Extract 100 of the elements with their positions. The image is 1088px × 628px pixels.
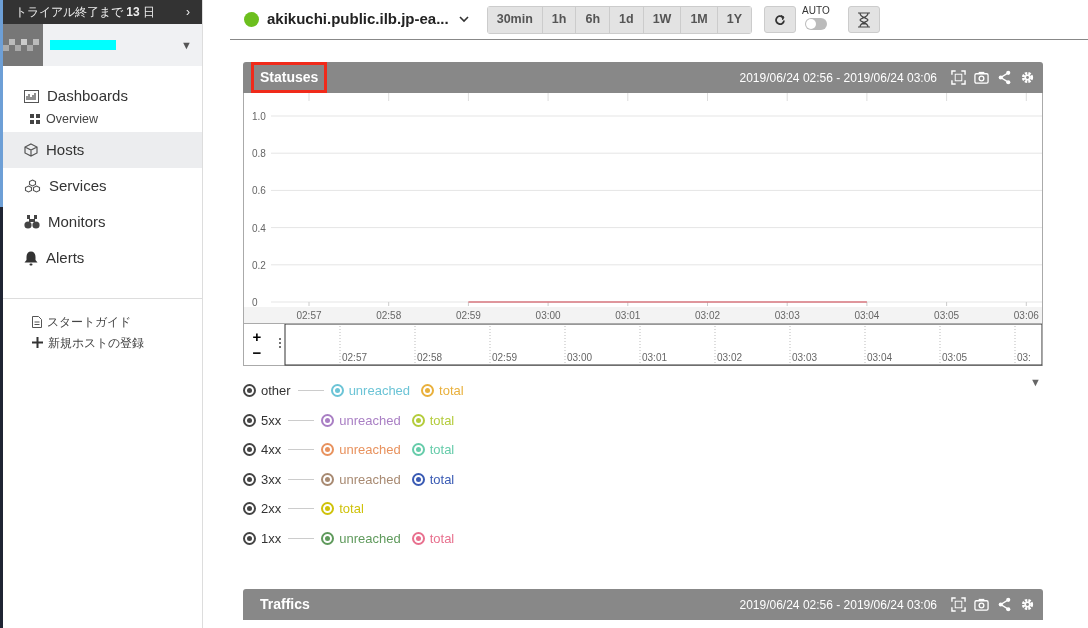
legend-label: total: [429, 529, 455, 548]
panel-title: Statuses: [251, 62, 328, 93]
legend-radio[interactable]: [243, 413, 256, 427]
axis-label: 03:00: [535, 310, 561, 321]
grid-icon: [30, 114, 40, 124]
legend-group-label: 5xx: [261, 411, 282, 430]
axis-label: 0.6: [252, 185, 266, 197]
navigator-label: 03:05: [942, 352, 968, 363]
navigator-label: 03:02: [717, 352, 743, 363]
share-icon[interactable]: [997, 597, 1012, 612]
legend-radio[interactable]: [411, 413, 425, 427]
redaction-bar: [50, 40, 116, 50]
legend-label: total: [429, 411, 455, 430]
navigator-label: 02:59: [492, 352, 518, 363]
legend-group-label: other: [261, 382, 291, 400]
legend-label: unreached: [339, 529, 401, 548]
axis-label: 03:03: [774, 310, 800, 321]
refresh-button[interactable]: [764, 6, 797, 33]
legend-radio[interactable]: [421, 384, 435, 398]
zoom-out-button[interactable]: −: [252, 344, 262, 361]
axis-label: 0: [252, 297, 258, 308]
legend-radio[interactable]: [243, 384, 256, 398]
time-range: 2019/06/24 02:56 - 2019/06/24 03:06: [739, 596, 937, 614]
camera-icon[interactable]: [974, 597, 989, 612]
legend-radio[interactable]: [243, 502, 256, 516]
settings-icon[interactable]: [1020, 70, 1035, 85]
cube-icon: [24, 143, 38, 157]
navigator-label: 03:: [1017, 352, 1031, 363]
axis-label: 0.4: [252, 222, 266, 234]
navigator-label: 02:57: [342, 352, 368, 363]
legend-radio[interactable]: [330, 384, 344, 398]
drag-handle-icon[interactable]: [279, 338, 281, 348]
panel-title: Traffics: [259, 595, 311, 614]
legend-group-label: 1xx: [261, 529, 282, 548]
legend-radio[interactable]: [321, 413, 335, 427]
axis-label: 1.0: [252, 111, 266, 122]
legend-group-label: 3xx: [261, 470, 282, 489]
navigator-label: 03:03: [792, 352, 818, 363]
legend-radio[interactable]: [243, 443, 256, 457]
legend-group-label: 4xx: [261, 441, 282, 459]
axis-label: 03:05: [934, 310, 960, 321]
navigator-label: 03:04: [867, 352, 893, 363]
plus-icon: [32, 337, 43, 348]
footer-link[interactable]: スタートガイド: [32, 311, 202, 332]
avatar: [3, 24, 43, 66]
legend-group-label: 2xx: [261, 500, 282, 518]
expand-icon[interactable]: [951, 70, 966, 85]
nav-item[interactable]: Services: [3, 168, 202, 204]
legend-label: unreached: [339, 470, 401, 489]
camera-icon[interactable]: [974, 70, 989, 85]
legend-radio[interactable]: [243, 472, 256, 486]
auto-label: AUTO: [802, 4, 830, 18]
expand-icon[interactable]: [951, 597, 966, 612]
collapse-toggle[interactable]: ▼: [1030, 374, 1041, 391]
zoom-in-button[interactable]: +: [252, 328, 262, 345]
legend-radio[interactable]: [321, 472, 335, 486]
legend-label: total: [429, 441, 455, 459]
chevron-down-icon: [458, 16, 469, 23]
binoculars-icon: [24, 215, 40, 229]
nav-item[interactable]: Hosts: [3, 132, 202, 168]
nav-item[interactable]: Alerts: [3, 240, 202, 276]
legend-radio[interactable]: [321, 531, 335, 545]
axis-label: 03:04: [854, 310, 880, 321]
legend-radio[interactable]: [321, 443, 335, 457]
navigator-label: 02:58: [417, 352, 443, 363]
axis-label: 0.2: [252, 259, 266, 271]
axis-label: 02:57: [296, 310, 322, 321]
navigator-label: 03:00: [567, 352, 593, 363]
nav-item[interactable]: Monitors: [3, 204, 202, 240]
axis-label: 03:02: [695, 310, 720, 321]
axis-label: 0.8: [252, 148, 266, 160]
legend-radio[interactable]: [411, 443, 425, 457]
legend-label: unreached: [339, 441, 401, 459]
legend-label: total: [439, 382, 464, 400]
refresh-icon: [774, 13, 787, 26]
host-selector[interactable]: akikuchi.public.ilb.jp-ea...: [267, 8, 449, 31]
axis-label: 02:59: [455, 310, 481, 321]
legend-label: total: [339, 500, 364, 518]
legend-radio[interactable]: [243, 531, 256, 545]
organization-selector[interactable]: ▼: [3, 24, 202, 66]
settings-icon[interactable]: [1020, 597, 1035, 612]
hourglass-button[interactable]: [847, 6, 880, 33]
bell-icon: [24, 250, 38, 266]
trial-banner[interactable]: トライアル終了まで 13 日 ›: [3, 0, 202, 24]
cubes-icon: [24, 178, 41, 194]
legend-radio[interactable]: [321, 502, 335, 516]
legend-label: unreached: [348, 382, 411, 400]
axis-label: 03:01: [615, 310, 641, 321]
legend-radio[interactable]: [411, 472, 425, 486]
legend-label: unreached: [339, 411, 401, 430]
status-dot: [244, 12, 259, 27]
navigator-label: 03:01: [642, 352, 668, 363]
auto-toggle[interactable]: [804, 18, 827, 30]
legend-label: total: [429, 470, 455, 489]
share-icon[interactable]: [997, 70, 1012, 85]
axis-label: 03:06: [1013, 310, 1039, 321]
legend-radio[interactable]: [411, 531, 425, 545]
chevron-icon: ›: [186, 3, 190, 21]
range-button[interactable]: 30min: [487, 6, 543, 33]
footer-link[interactable]: 新規ホストの登録: [32, 332, 202, 353]
